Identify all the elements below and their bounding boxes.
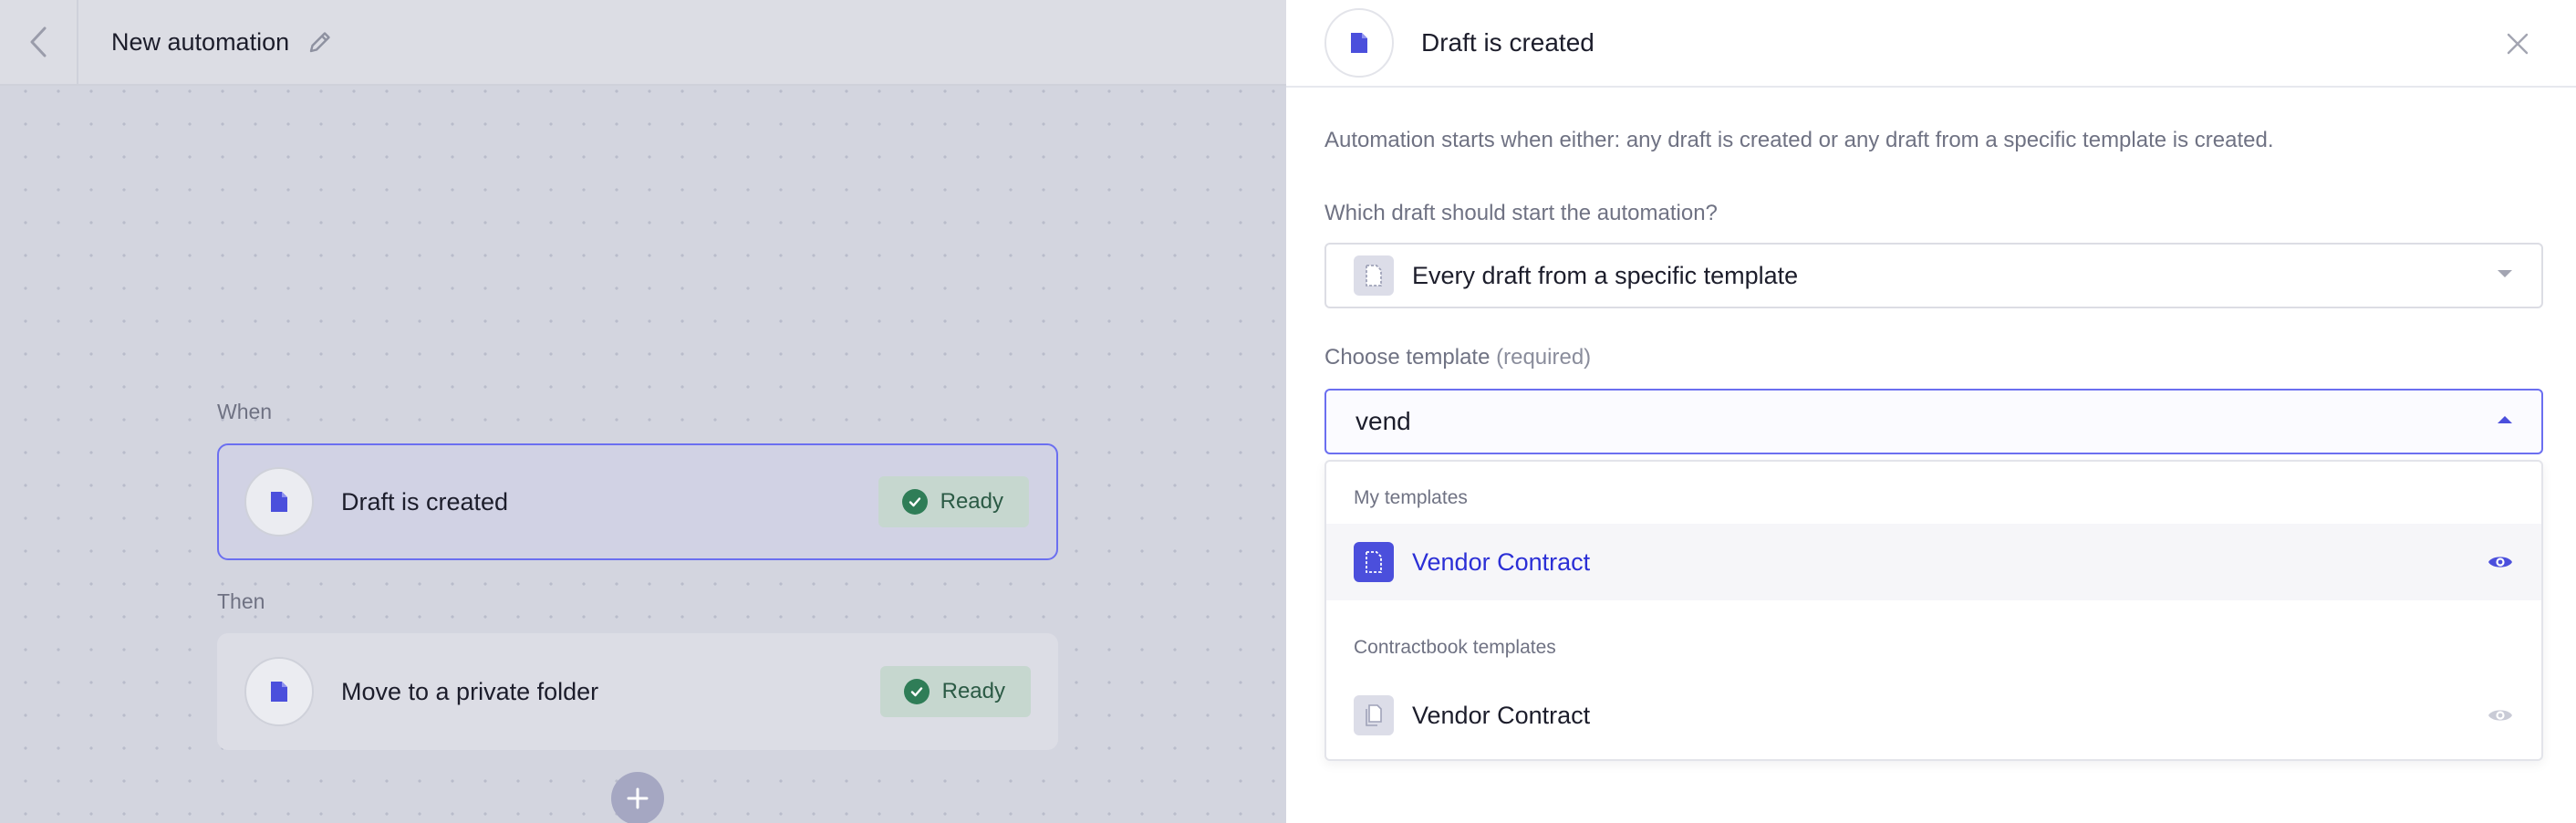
action-step-card[interactable]: Move to a private folder Ready (217, 633, 1058, 750)
panel-description: Automation starts when either: any draft… (1324, 128, 2274, 152)
group-label-contractbook-templates: Contractbook templates (1354, 637, 1556, 658)
pencil-icon (309, 32, 330, 53)
trigger-field-label: Which draft should start the automation? (1324, 201, 1718, 225)
automation-title: New automation (111, 27, 290, 56)
status-badge-label: Ready (940, 489, 1003, 514)
chevron-left-icon (30, 26, 47, 57)
back-button[interactable] (0, 0, 78, 85)
check-circle-icon (903, 679, 930, 704)
step-icon-circle (244, 467, 314, 537)
trigger-step-card[interactable]: Draft is created Ready (217, 443, 1058, 560)
trigger-select[interactable]: Every draft from a specific template (1324, 243, 2543, 308)
caret-down-icon (2496, 267, 2514, 284)
automation-canvas: New automation When Draft is created Rea… (0, 0, 1286, 823)
document-icon (1351, 33, 1367, 53)
caret-up-icon[interactable] (2496, 413, 2514, 430)
template-option[interactable]: Vendor Contract (1326, 677, 2541, 754)
step-icon-circle (244, 657, 314, 726)
document-icon (271, 492, 287, 512)
eye-icon[interactable] (2487, 705, 2514, 725)
trigger-select-value: Every draft from a specific template (1412, 261, 1799, 289)
check-circle-icon (901, 489, 928, 515)
template-combobox[interactable] (1324, 389, 2543, 454)
eye-icon[interactable] (2487, 552, 2514, 572)
template-option[interactable]: Vendor Contract (1326, 524, 2541, 600)
plus-icon (627, 787, 649, 809)
then-label: Then (217, 589, 265, 613)
edit-title-button[interactable] (307, 29, 333, 55)
template-icon (1354, 542, 1394, 582)
template-option-label: Vendor Contract (1412, 701, 1591, 729)
trigger-settings-panel: Draft is created Automation starts when … (1286, 0, 2576, 823)
close-icon (2507, 33, 2529, 55)
document-icon (271, 682, 287, 702)
required-note: (required) (1496, 345, 1592, 370)
close-button[interactable] (2499, 26, 2536, 62)
step-title: Move to a private folder (341, 677, 599, 705)
panel-header: Draft is created (1286, 0, 2576, 88)
template-icon (1354, 255, 1394, 296)
template-icon (1354, 695, 1394, 735)
step-title: Draft is created (341, 487, 509, 516)
panel-title: Draft is created (1421, 28, 1594, 57)
template-dropdown: My templates Vendor Contract Contractboo… (1324, 460, 2543, 761)
group-label-my-templates: My templates (1354, 487, 1468, 508)
status-badge: Ready (879, 666, 1031, 717)
status-badge-label: Ready (941, 679, 1005, 703)
status-badge: Ready (878, 476, 1029, 527)
template-search-input[interactable] (1356, 407, 2496, 436)
template-field-label: Choose template (required) (1324, 345, 1592, 370)
panel-icon-circle (1324, 8, 1394, 78)
template-option-label: Vendor Contract (1412, 547, 1591, 576)
when-label: When (217, 400, 273, 423)
add-step-button[interactable] (611, 772, 664, 823)
canvas-header: New automation (0, 0, 1286, 86)
